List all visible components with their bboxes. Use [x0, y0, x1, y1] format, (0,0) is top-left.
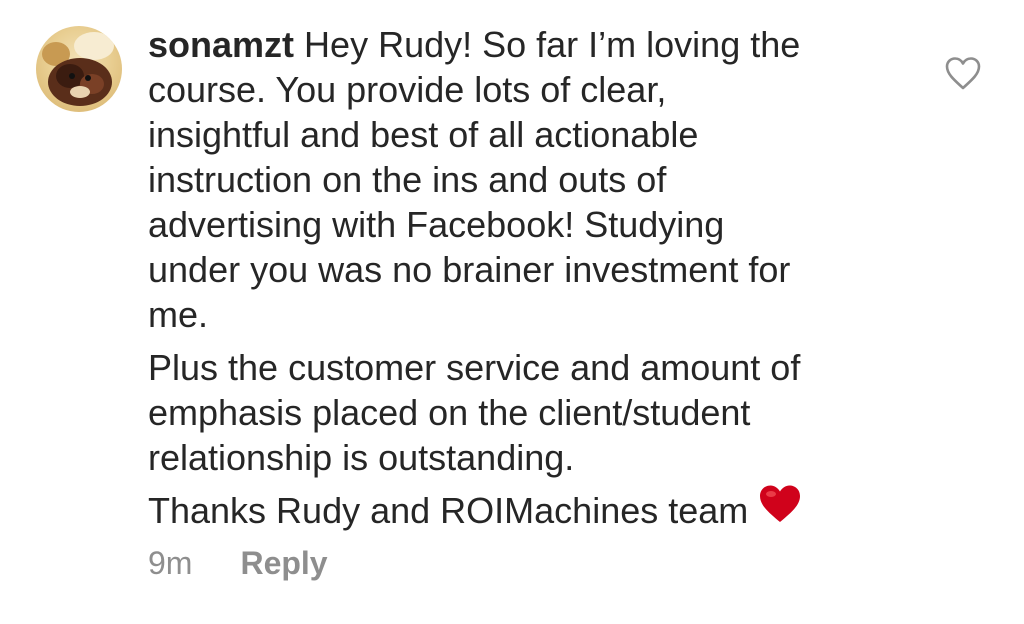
comment-timestamp: 9m [148, 545, 193, 581]
comment-line: advertising with Facebook! Studying [148, 204, 725, 245]
heart-outline-icon[interactable] [944, 56, 982, 92]
red-heart-emoji-icon [758, 484, 802, 534]
comment-line: sonamzt Hey Rudy! So far I’m loving the [148, 22, 908, 67]
comment-line: Thanks Rudy and ROIMachines team [148, 490, 749, 531]
comment-paragraph-1: sonamzt Hey Rudy! So far I’m loving the … [148, 22, 908, 337]
comment-line: emphasis placed on the client/student [148, 392, 751, 433]
comment-line: Plus the customer service and amount of [148, 347, 801, 388]
comment-line: course. You provide lots of clear, [148, 69, 667, 110]
comment-paragraph-3: Thanks Rudy and ROIMachines team [148, 485, 908, 538]
comment-line: insightful and best of all actionable [148, 114, 699, 155]
comment-meta: 9m Reply [148, 545, 328, 582]
comment-paragraph-2: Plus the customer service and amount of … [148, 345, 908, 480]
comment-line: me. [148, 294, 209, 335]
comment-username[interactable]: sonamzt [148, 24, 294, 65]
comment-body: sonamzt Hey Rudy! So far I’m loving the … [148, 22, 908, 546]
avatar-image [42, 32, 114, 106]
comment-line: instruction on the ins and outs of [148, 159, 667, 200]
comment-line: relationship is outstanding. [148, 437, 575, 478]
reply-button[interactable]: Reply [240, 545, 327, 582]
comment-line: under you was no brainer investment for [148, 249, 791, 290]
avatar[interactable] [36, 26, 122, 112]
comment-item: sonamzt Hey Rudy! So far I’m loving the … [0, 0, 1024, 624]
comment-text: Hey Rudy! So far I’m loving the [304, 24, 801, 65]
